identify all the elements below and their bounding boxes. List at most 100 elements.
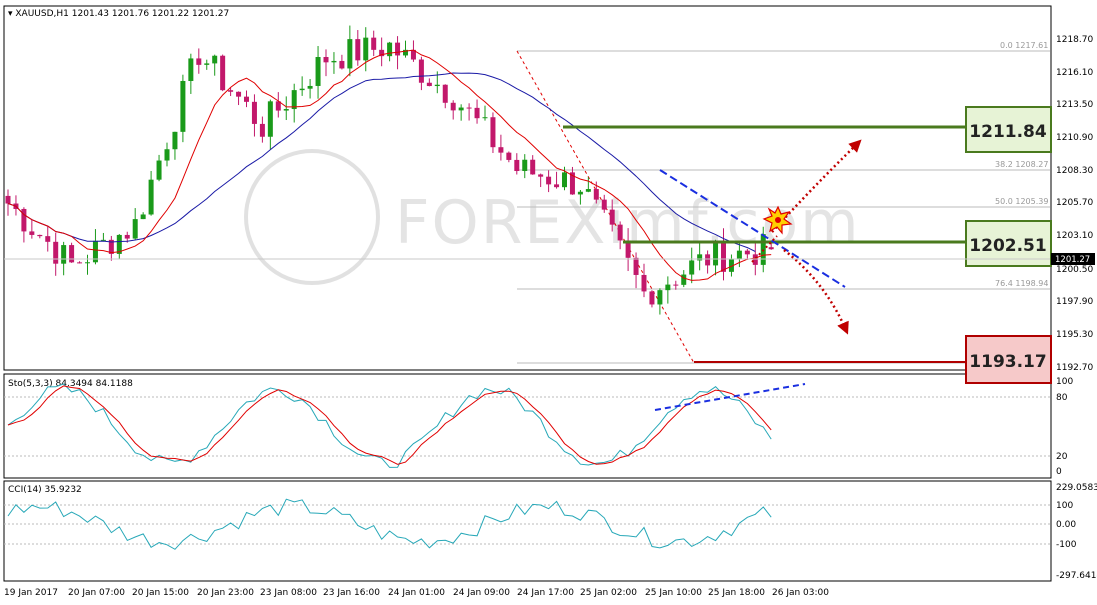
candle-body — [29, 231, 35, 235]
candle-body — [124, 234, 130, 239]
candle-body — [331, 60, 337, 63]
candle-body — [172, 131, 178, 150]
cci-tick-label: 229.0583 — [1056, 483, 1097, 493]
candle-body — [593, 189, 599, 200]
candle-body — [530, 159, 536, 175]
candle-body — [768, 247, 774, 250]
candle-body — [53, 241, 59, 264]
price-tick-label: 1197.90 — [1056, 297, 1093, 307]
candle-body — [37, 234, 43, 237]
price-tick-label: 1192.70 — [1056, 363, 1093, 373]
time-tick-label: 25 Jan 02:00 — [580, 588, 637, 598]
candle-body — [665, 284, 671, 291]
price-tick-label: 1210.90 — [1056, 133, 1093, 143]
candle-body — [204, 63, 210, 65]
price-tick-label: 1205.70 — [1056, 198, 1093, 208]
stoch-tick-label: 100 — [1056, 377, 1073, 387]
candle-body — [744, 250, 750, 255]
candle-body — [554, 184, 560, 188]
candle-body — [259, 123, 265, 137]
fib-label-0: 0.0 1217.61 — [1000, 41, 1048, 50]
candle-body — [705, 254, 711, 266]
candle-body — [395, 42, 401, 56]
price-axis: 1218.70 1216.10 1213.50 1210.90 1208.30 … — [1056, 35, 1093, 373]
candle-body — [681, 274, 687, 285]
cci-title: CCI(14) 35.9232 — [8, 485, 82, 495]
candle-body — [562, 172, 567, 188]
candle-body — [697, 254, 703, 261]
cci-tick-label: -297.6414 — [1056, 571, 1097, 581]
candle-body — [609, 209, 615, 225]
candle-body — [458, 107, 464, 111]
candle-body — [752, 254, 758, 265]
level-label-support: 1193.17 — [969, 352, 1046, 372]
candle-body — [585, 189, 591, 192]
candle-body — [546, 176, 552, 185]
candle-body — [283, 109, 289, 111]
current-price-label: 1201.27 — [1055, 255, 1090, 265]
candle-body — [355, 39, 361, 61]
candle-body — [689, 260, 695, 275]
cci-axis: 229.0583 100 0.00 -100 -297.6414 — [1056, 483, 1097, 581]
price-tick-label: 1203.10 — [1056, 231, 1093, 241]
candle-body — [442, 84, 448, 103]
price-tick-label: 1200.50 — [1056, 265, 1093, 275]
candle-body — [426, 82, 432, 87]
candle-body — [267, 101, 273, 137]
candle-body — [180, 80, 186, 132]
candle-body — [498, 147, 504, 153]
time-tick-label: 20 Jan 23:00 — [197, 588, 254, 598]
candle-body — [315, 57, 321, 86]
candle-body — [418, 59, 424, 83]
stochastic-panel-frame — [3, 373, 1052, 479]
chart-canvas: FOREXimf.com 0.0 1217.61 38.2 1208.27 50… — [3, 5, 1097, 598]
candle-body — [434, 84, 440, 87]
candle-body — [657, 290, 663, 305]
price-tick-label: 1195.30 — [1056, 330, 1093, 340]
candle-body — [61, 245, 67, 264]
candle-body — [450, 102, 456, 111]
candle-body — [132, 219, 138, 239]
time-tick-label: 26 Jan 03:00 — [772, 588, 829, 598]
candle-body — [633, 257, 639, 275]
fib-label-50: 50.0 1205.39 — [995, 197, 1048, 206]
price-tick-label: 1213.50 — [1056, 100, 1093, 110]
candle-body — [323, 57, 329, 63]
time-tick-label: 20 Jan 07:00 — [68, 588, 125, 598]
candle-body — [371, 37, 377, 50]
fib-label-76: 76.4 1198.94 — [995, 279, 1048, 288]
time-tick-label: 25 Jan 10:00 — [645, 588, 702, 598]
candle-body — [5, 195, 11, 204]
time-tick-label: 24 Jan 01:00 — [388, 588, 445, 598]
candle-body — [736, 250, 742, 260]
candle-body — [140, 214, 146, 220]
candle-body — [291, 90, 297, 110]
chart-header: ▾ XAUUSD,H1 1201.43 1201.76 1201.22 1201… — [8, 9, 229, 19]
candle-body — [339, 60, 345, 69]
time-tick-label: 20 Jan 15:00 — [132, 588, 189, 598]
candle-body — [514, 159, 520, 172]
cci-panel-frame — [3, 480, 1052, 582]
price-tick-label: 1216.10 — [1056, 68, 1093, 78]
time-tick-label: 19 Jan 2017 — [4, 588, 58, 598]
level-label-pivot: 1202.51 — [969, 236, 1046, 256]
candle-body — [490, 117, 496, 148]
candle-body — [148, 179, 154, 215]
time-axis: 19 Jan 2017 20 Jan 07:00 20 Jan 15:00 20… — [4, 588, 829, 598]
candle-body — [69, 245, 75, 263]
candle-body — [251, 101, 257, 124]
candle-body — [601, 199, 607, 210]
candle-body — [164, 149, 170, 161]
cci-tick-label: 100 — [1056, 501, 1073, 511]
candle-body — [713, 241, 719, 266]
candle-body — [244, 96, 249, 102]
candle-body — [577, 191, 583, 195]
candle-body — [522, 159, 528, 172]
candle-body — [363, 37, 369, 61]
candle-body — [387, 42, 393, 57]
price-tick-label: 1218.70 — [1056, 35, 1093, 45]
candle-body — [196, 58, 202, 65]
candle-body — [228, 90, 234, 92]
stoch-tick-label: 20 — [1056, 452, 1068, 462]
stoch-tick-label: 80 — [1056, 393, 1068, 403]
